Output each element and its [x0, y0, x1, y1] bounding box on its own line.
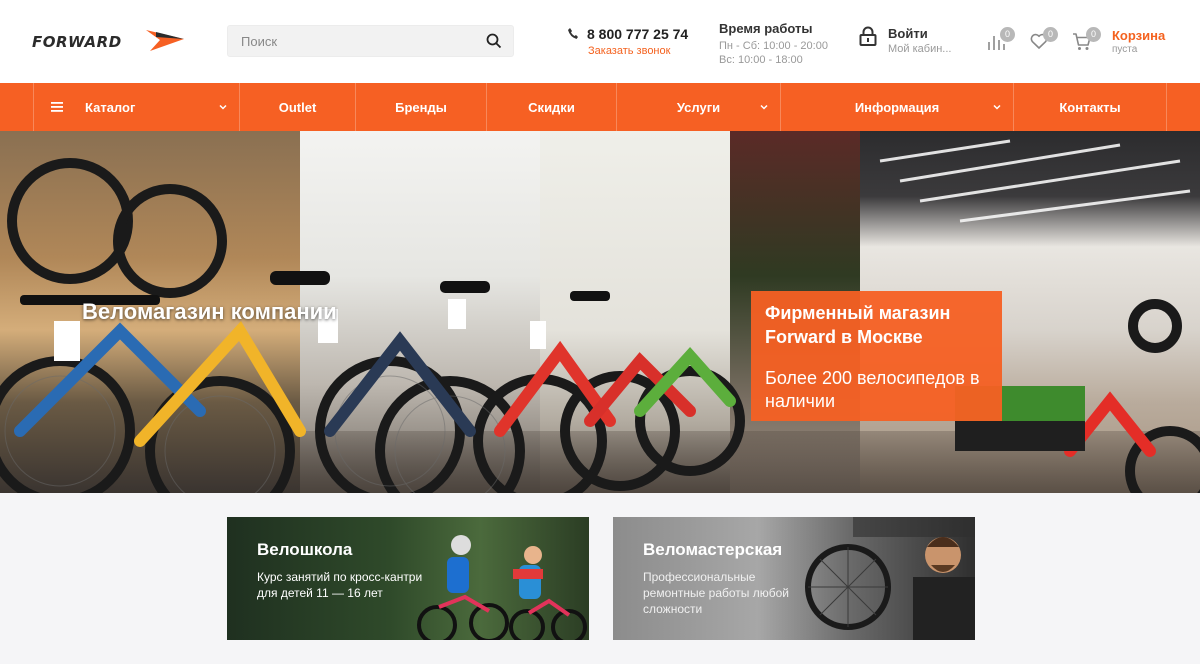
- nav-item-label: Информация: [854, 99, 940, 115]
- wishlist-button[interactable]: 0: [1030, 27, 1058, 55]
- nav-item-contacts[interactable]: Контакты: [1014, 83, 1167, 131]
- lock-icon: [859, 26, 877, 46]
- nav-item-label: Бренды: [395, 99, 447, 115]
- nav-item-outlet[interactable]: Outlet: [240, 83, 356, 131]
- search-input[interactable]: [228, 26, 478, 56]
- chevron-down-icon: [760, 104, 768, 110]
- main-navigation: Каталог Outlet Бренды Скидки Услуги Инфо…: [0, 83, 1200, 131]
- bike-workshop-card[interactable]: Веломастерская Профессиональные ремонтны…: [613, 517, 975, 640]
- wishlist-count-badge: 0: [1043, 27, 1058, 42]
- cart-button[interactable]: 0: [1072, 27, 1101, 56]
- hours-sunday: Вс: 10:00 - 18:00: [719, 54, 803, 66]
- nav-item-catalog[interactable]: Каталог: [33, 83, 240, 131]
- login-title: Войти: [888, 26, 928, 41]
- hero-banner[interactable]: Веломагазин компании Фирменный магазин F…: [0, 131, 1200, 493]
- nav-item-discounts[interactable]: Скидки: [487, 83, 617, 131]
- nav-item-brands[interactable]: Бренды: [356, 83, 487, 131]
- chevron-down-icon: [219, 104, 227, 110]
- card-text: Курс занятий по кросс-кантри для детей 1…: [257, 570, 423, 600]
- bike-school-card[interactable]: Велошкола Курс занятий по кросс-кантри д…: [227, 517, 589, 640]
- compare-button[interactable]: 0: [987, 27, 1015, 56]
- nav-item-label: Контакты: [1059, 99, 1121, 115]
- forward-logo[interactable]: FORWARD: [32, 27, 188, 55]
- promo-text: Более 200 велосипедов в наличии: [765, 368, 980, 411]
- phone-number[interactable]: 8 800 777 25 74: [587, 26, 688, 42]
- cart-count-badge: 0: [1086, 27, 1101, 42]
- hero-title: Веломагазин компании: [82, 299, 337, 324]
- card-title: Велошкола: [257, 540, 353, 559]
- nav-item-label: Скидки: [528, 99, 575, 115]
- login-subtitle: Мой кабин...: [888, 43, 952, 55]
- nav-item-information[interactable]: Информация: [781, 83, 1014, 131]
- search-icon[interactable]: [486, 33, 502, 49]
- card-text: Профессиональные ремонтные работы любой …: [643, 570, 789, 616]
- card-title: Веломастерская: [643, 540, 783, 559]
- nav-item-label: Услуги: [676, 99, 721, 115]
- menu-icon: [51, 102, 63, 112]
- search-box: [227, 25, 514, 57]
- working-hours: Время работы Пн - Сб: 10:00 - 20:00 Вс: …: [719, 21, 828, 67]
- promo-box: Фирменный магазин Forward в Москве Более…: [751, 291, 1002, 421]
- promo-title: Фирменный магазин Forward в Москве: [765, 303, 951, 347]
- chevron-down-icon: [993, 104, 1001, 110]
- phone-icon: [568, 28, 578, 39]
- compare-count-badge: 0: [1000, 27, 1015, 42]
- logo-arrow-icon: [146, 30, 184, 51]
- hours-weekdays: Пн - Сб: 10:00 - 20:00: [719, 40, 828, 52]
- site-header: FORWARD 8 800 777 25 74 Заказать звонок …: [0, 0, 1200, 83]
- callback-link[interactable]: Заказать звонок: [588, 45, 670, 57]
- logo-text: FORWARD: [32, 33, 122, 51]
- nav-item-label: Outlet: [278, 99, 317, 115]
- cart-title[interactable]: Корзина: [1112, 28, 1165, 43]
- nav-item-services[interactable]: Услуги: [617, 83, 781, 131]
- cart-status: пуста: [1112, 44, 1138, 55]
- nav-item-label: Каталог: [85, 99, 136, 115]
- hours-title: Время работы: [719, 21, 813, 36]
